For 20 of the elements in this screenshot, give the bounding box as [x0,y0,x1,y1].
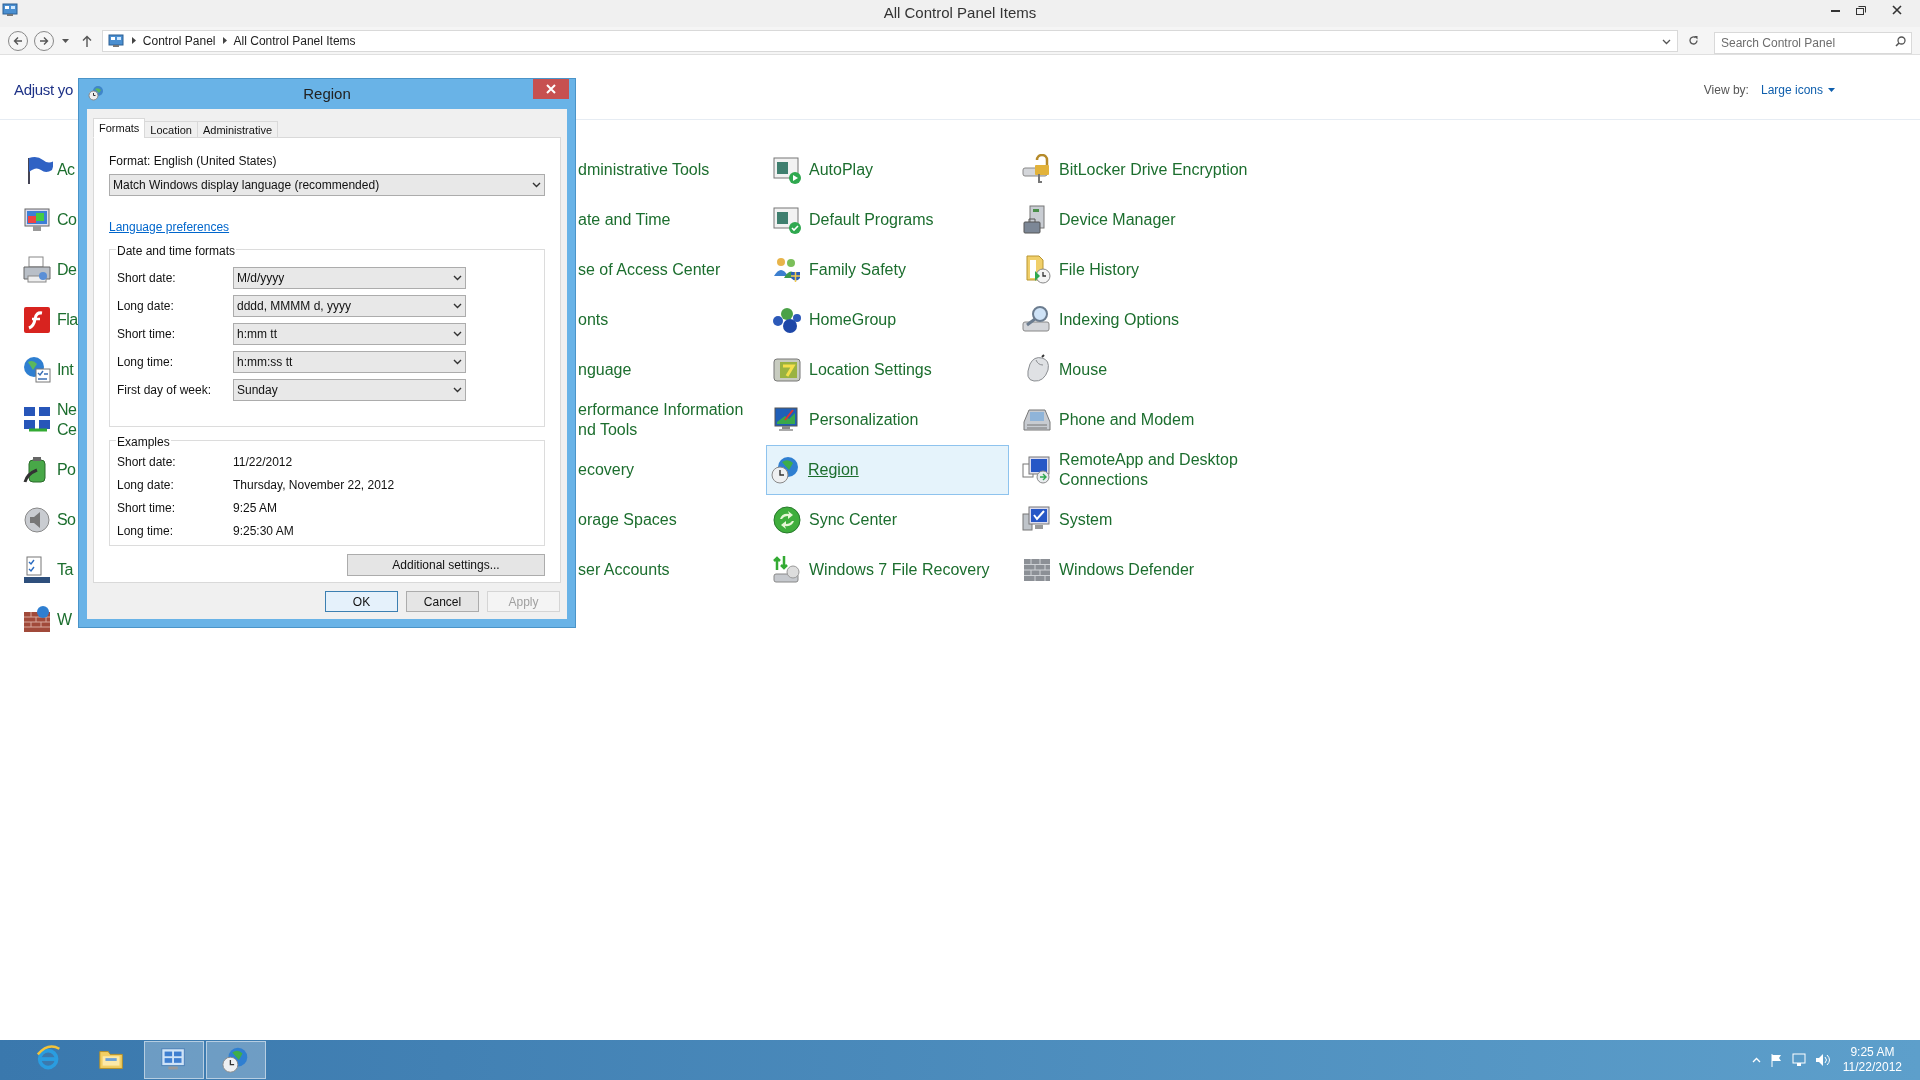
clock-date: 11/22/2012 [1842,1060,1902,1075]
example-label: Long date: [117,477,175,494]
example-label: Long time: [117,523,175,540]
field-label: Short time: [117,326,177,343]
field-label: First day of week: [117,382,213,399]
dialog-title: Region [303,83,351,104]
example-label: Short date: [117,454,177,471]
window-title: All Control Panel Items [883,3,1037,24]
example-value: 9:25 AM [233,500,278,517]
format-label: Format: English (United States) [109,153,278,170]
view-by-label: View by: [1703,82,1749,99]
field-label: Long time: [117,354,175,371]
example-value: Thursday, November 22, 2012 [233,477,395,494]
example-value: 11/22/2012 [233,454,293,471]
example-label: Short time: [117,500,177,517]
field-label: Short date: [117,270,177,287]
example-value: 9:25:30 AM [233,523,294,540]
field-label: Long date: [117,298,175,315]
clock-time: 9:25 AM [1850,1045,1895,1060]
page-heading: Adjust yo [14,79,73,100]
